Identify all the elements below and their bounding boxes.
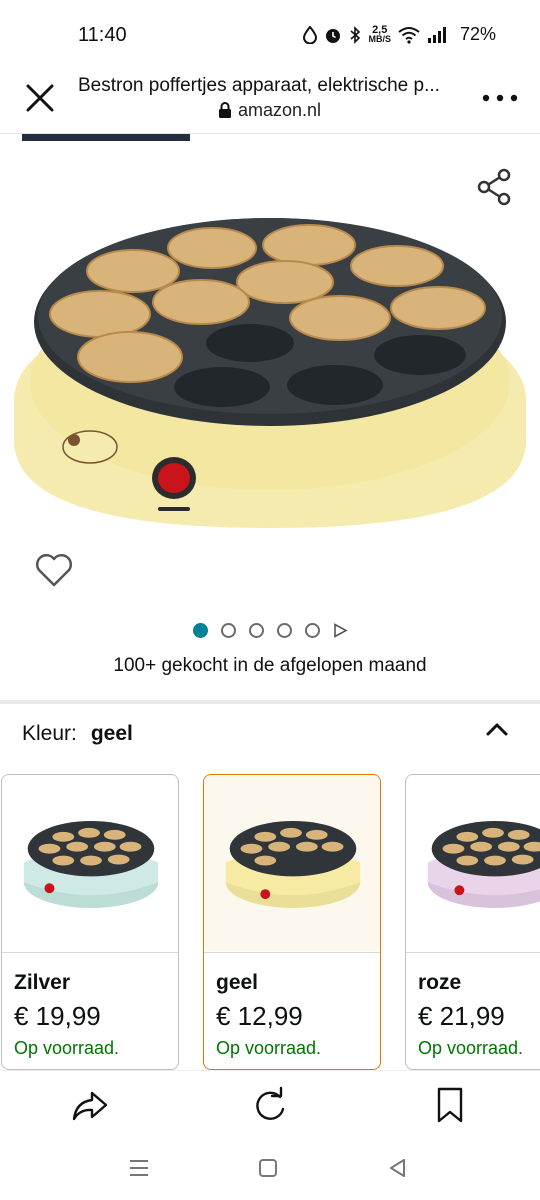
back-icon[interactable]	[386, 1156, 410, 1180]
color-option-stock: Op voorraad.	[216, 1038, 322, 1058]
lock-icon	[219, 102, 231, 118]
color-option-image	[406, 775, 540, 953]
color-option-stock: Op voorraad.	[14, 1038, 120, 1058]
carousel-dot[interactable]	[248, 623, 264, 638]
url-display: amazon.nl	[218, 100, 321, 121]
section-divider	[0, 700, 540, 704]
color-label: Kleur:	[22, 722, 77, 745]
browser-header: Bestron poffertjes apparaat, elektrische…	[0, 64, 540, 134]
color-option-image	[204, 775, 380, 953]
bookmark-icon[interactable]	[430, 1085, 470, 1125]
page-title: Bestron poffertjes apparaat, elektrische…	[78, 75, 440, 96]
carousel-dot[interactable]	[304, 623, 320, 638]
status-icons: 2,5 MB/S 72%	[303, 24, 496, 45]
drop-icon	[303, 25, 318, 44]
url-text: amazon.nl	[238, 100, 322, 120]
video-play-icon[interactable]	[333, 623, 348, 638]
home-icon[interactable]	[256, 1156, 280, 1180]
color-option-name: geel	[216, 971, 259, 994]
color-option-name: roze	[418, 971, 462, 994]
chevron-up-icon[interactable]	[484, 718, 510, 740]
color-option-stock: Op voorraad.	[418, 1038, 524, 1058]
bought-count-text: 100+ gekocht in de afgelopen maand	[113, 655, 427, 676]
heart-icon[interactable]	[34, 551, 74, 589]
product-image[interactable]	[0, 150, 540, 540]
net-speed: 2,5 MB/S	[368, 24, 391, 44]
signal-icon	[427, 26, 446, 43]
recent-apps-icon[interactable]	[127, 1156, 151, 1180]
color-selector-heading: Kleur: geel	[22, 722, 133, 746]
color-option-card-selected[interactable]: geel € 12,99 Op voorraad.	[203, 774, 381, 1070]
close-icon[interactable]	[22, 80, 58, 116]
color-option-card[interactable]: roze € 21,99 Op voorraad.	[405, 774, 540, 1070]
color-option-card[interactable]: Zilver € 19,99 Op voorraad.	[1, 774, 179, 1070]
browser-toolbar	[0, 1070, 540, 1146]
alarm-icon	[326, 28, 341, 43]
battery-level: 72%	[459, 24, 496, 44]
system-nav-bar	[0, 1146, 540, 1200]
status-time: 11:40	[78, 24, 127, 46]
carousel-dot[interactable]	[276, 623, 292, 638]
color-option-price: € 19,99	[14, 1001, 101, 1031]
color-option-image	[2, 775, 178, 953]
more-vert-icon[interactable]	[480, 86, 520, 110]
carousel-dot[interactable]	[192, 623, 208, 638]
share-icon[interactable]	[476, 168, 512, 206]
image-carousel-dots	[0, 623, 540, 638]
color-option-price: € 21,99	[418, 1001, 505, 1031]
wifi-icon	[398, 26, 420, 44]
color-option-price: € 12,99	[216, 1001, 303, 1031]
color-selected-value: geel	[90, 722, 133, 745]
color-option-name: Zilver	[14, 971, 71, 994]
status-bar: 11:40 2,5 MB/S 72%	[0, 0, 540, 64]
reload-icon[interactable]	[250, 1085, 290, 1125]
page-header-stub	[22, 134, 190, 141]
net-speed-unit: MB/S	[368, 33, 391, 44]
carousel-dot[interactable]	[220, 623, 236, 638]
color-options-carousel: Zilver € 19,99 Op voorraad. geel € 12,99…	[0, 774, 540, 1070]
bluetooth-icon	[350, 25, 361, 44]
share-arrow-icon[interactable]	[70, 1085, 110, 1125]
